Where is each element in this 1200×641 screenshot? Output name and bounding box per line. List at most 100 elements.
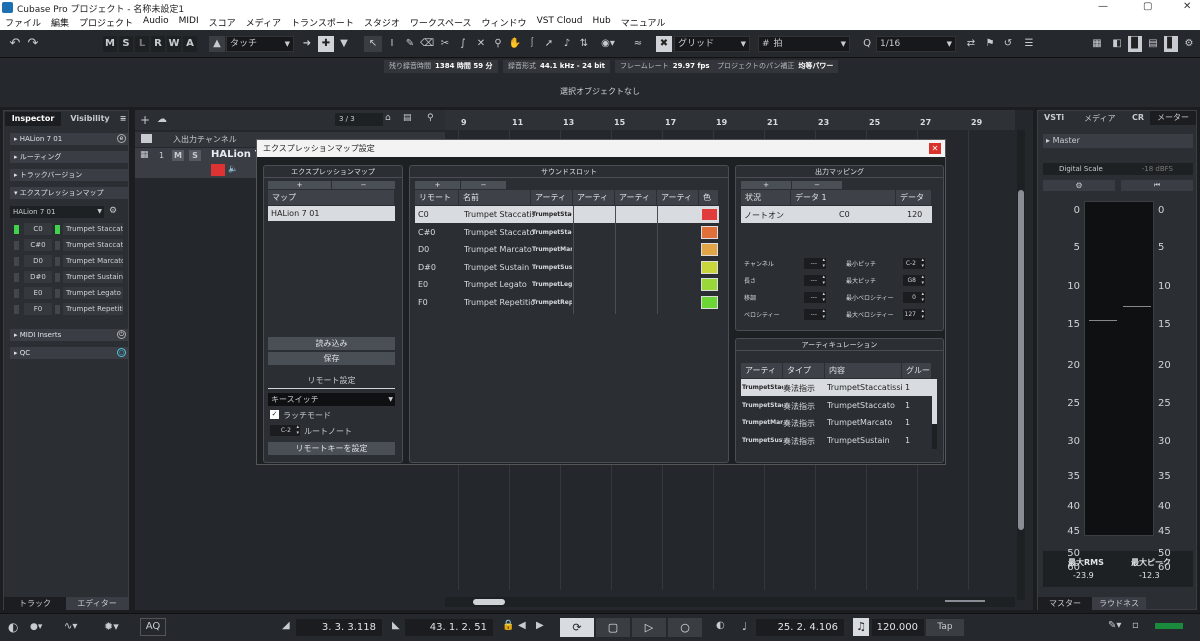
mute-tool-icon[interactable]: ✕ [474,36,488,52]
root-note-spinner[interactable]: C-2 [270,424,300,436]
read-mode-button[interactable]: R [151,36,165,52]
solo-mode-button[interactable]: S [119,36,133,52]
column-color[interactable]: 色 [699,190,719,205]
home-icon[interactable]: ⌂ [385,113,391,123]
tool-mode-icon[interactable]: ✚ [318,36,334,52]
section-track-versions[interactable]: ▸ トラックバージョン [10,169,128,181]
left-locator-field[interactable]: 3. 3. 3.118 [296,619,382,636]
line-tool-icon[interactable]: ➚ [542,36,556,52]
snap-type-select[interactable]: # 拍 ▼ [758,36,850,52]
articulation-row[interactable]: TrumpetMarca 奏法指示 TrumpetMarcato 1 [741,414,932,431]
column-status[interactable]: 状況 [741,190,791,205]
status-frame-rate[interactable]: フレームレート 29.97 fps [615,60,715,73]
column-articulation-2[interactable]: アーティ 2 [573,190,615,217]
list-icon[interactable]: ▤ [403,113,412,123]
scrollbar-thumb[interactable] [932,379,937,424]
column-name[interactable]: 名前 [459,190,531,205]
column-articulation-1[interactable]: アーティ 1 [531,190,573,217]
slot-row[interactable]: C0 Trumpet Staccatis TrumpetStacc [415,206,719,223]
right-locator-field[interactable]: 43. 1. 2. 51 [405,619,493,636]
menu-media[interactable]: メディア [241,15,286,30]
minimize-button[interactable]: — [1098,1,1108,12]
slot-color-swatch[interactable] [701,260,718,274]
track-mute-button[interactable]: M [172,150,184,161]
column-data-1[interactable]: データ 1 [791,190,896,205]
record-mode-icon[interactable]: ◐ [8,620,18,634]
tempo-field[interactable]: 120.000 [872,619,924,636]
edit-icon[interactable]: ↺ [1001,36,1015,52]
param-spinner[interactable]: --- [804,291,826,303]
gear-icon[interactable]: ⚙ [1043,180,1115,191]
punch-icon[interactable]: ◐ [716,620,725,631]
column-articulation-4[interactable]: アーティ 4 [657,190,699,217]
tab-master[interactable]: マスター [1038,597,1092,610]
cycle-mode-icon[interactable]: ●▾ [30,622,42,632]
auto-mode-button[interactable]: A [183,36,197,52]
menu-edit[interactable]: 編集 [46,15,74,30]
param-spinner[interactable]: 0 [903,291,925,303]
position-field[interactable]: 25. 2. 4.106 [756,619,844,636]
trim-icon[interactable]: ✎▾ [1108,620,1121,631]
tab-track[interactable]: トラック [4,597,66,610]
map-list-item[interactable]: HALion 7 01 [268,206,395,221]
record-enable-button[interactable] [211,164,225,176]
metronome-icon[interactable]: ✹▾ [104,620,119,633]
scrollbar-thumb[interactable] [473,599,505,605]
menu-manual[interactable]: マニュアル [616,15,671,30]
section-midi-inserts[interactable]: ▸ MIDI Inserts ⏻ [10,329,128,341]
tab-meter[interactable]: メーター [1150,111,1196,125]
remove-output-button[interactable]: − [792,181,842,189]
time-warp-tool-icon[interactable]: ⇅ [577,36,591,52]
tab-editor[interactable]: エディター [66,597,128,610]
slot-row[interactable]: F0 Trumpet Repetitio TrumpetRepet [415,294,719,311]
quantize-icon[interactable]: Q [860,36,874,52]
lock-icon[interactable]: 🔒 [502,620,514,631]
zoom-slider[interactable] [945,600,985,602]
track-solo-button[interactable]: S [189,150,201,161]
menu-project[interactable]: プロジェクト [74,15,138,30]
automation-mode-select[interactable]: タッチ ▼ [226,36,294,52]
slot-row[interactable]: D0 Trumpet Marcato TrumpetMarc [415,241,719,258]
articulation-row[interactable]: TrumpetStacc 奏法指示 TrumpetStaccatissin 1 [741,379,932,396]
snap-icon[interactable]: ✖ [656,36,672,52]
stop-button[interactable]: ▢ [596,618,630,637]
tap-tempo-button[interactable]: Tap [926,619,964,636]
column-content[interactable]: 内容 [825,363,902,378]
keyboard-icon[interactable]: ▦ [1090,36,1104,52]
tab-vsti[interactable]: VSTi [1044,113,1064,122]
add-map-button[interactable]: + [268,181,331,189]
menu-file[interactable]: ファイル [0,15,46,30]
menu-studio[interactable]: スタジオ [359,15,405,30]
qc-icon[interactable]: ○ [117,348,126,357]
pencil-tool-icon[interactable]: ✎ [403,36,417,52]
menu-window[interactable]: ウィンドウ [477,15,532,30]
status-pan-law[interactable]: プロジェクトのパン補正 均等パワー [712,60,839,73]
menu-audio[interactable]: Audio [138,15,174,30]
layout-inspector-icon[interactable]: ▉ [1128,36,1142,52]
eraser-tool-icon[interactable]: ⌫ [420,36,434,52]
add-track-icon[interactable]: + [140,113,150,127]
remote-mode-select[interactable]: キースイッチ ▼ [268,393,395,406]
articulation-row[interactable]: TrumpetSusta 奏法指示 TrumpetSustain 1 [741,432,932,449]
menu-icon[interactable]: ≡ [118,112,128,126]
cycle-button[interactable]: ⟳ [560,618,594,637]
comp-tool-icon[interactable]: ⎰ [525,36,539,52]
automation-icon[interactable]: ▲ [209,36,225,52]
slot-color-swatch[interactable] [701,208,718,221]
expression-map-select[interactable]: HALion 7 01 ▼ [10,206,104,218]
note-icon[interactable]: ♩ [742,620,747,633]
quantize-apply-icon[interactable]: ⇄ [964,36,978,52]
add-output-button[interactable]: + [741,181,791,189]
maximize-button[interactable]: ▢ [1143,1,1152,12]
range-tool-icon[interactable]: I [385,36,399,52]
latch-mode-checkbox[interactable]: ✓ [270,410,279,419]
param-spinner[interactable]: C-2 [903,257,925,269]
column-type[interactable]: タイプ [783,363,825,378]
add-slot-button[interactable]: + [415,181,460,189]
tab-inspector[interactable]: Inspector [5,112,61,126]
hand-tool-icon[interactable]: ✋ [508,36,522,52]
monitor-icon[interactable]: 🔈 [228,164,238,173]
remove-slot-button[interactable]: − [461,181,506,189]
slot-row[interactable]: C#0 Trumpet Staccato TrumpetStacc [415,224,719,241]
listen-mode-button[interactable]: L [135,36,149,52]
